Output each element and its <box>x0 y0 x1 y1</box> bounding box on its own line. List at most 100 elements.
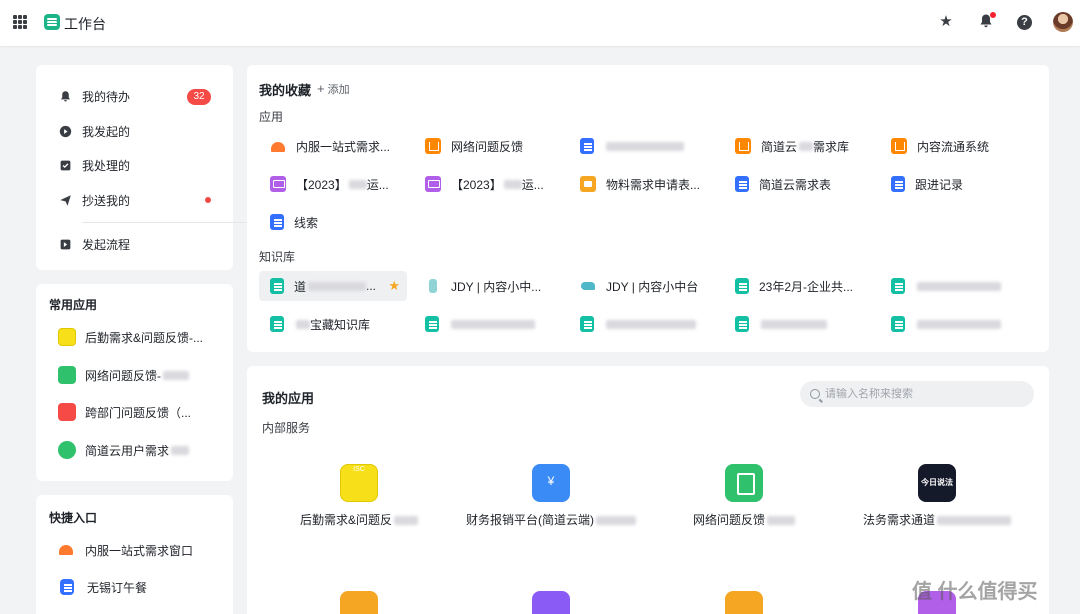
fav-app-item[interactable]: 内容流通系统 <box>880 131 1028 161</box>
kb-item[interactable]: 23年2月-企业共... <box>724 271 872 301</box>
nav-item-start-flow[interactable]: 发起流程 <box>58 233 130 255</box>
org-chart-icon <box>735 138 751 154</box>
fav-app-item[interactable]: 【2023】 运... <box>259 169 407 199</box>
redacted-text <box>296 319 310 329</box>
fav-app-label-suffix: 运... <box>521 177 544 192</box>
common-app-item[interactable]: 跨部门问题反馈（... <box>58 402 191 422</box>
nav-item-initiated[interactable]: 我发起的 <box>58 120 130 142</box>
redacted-text <box>917 281 1001 291</box>
avatar[interactable] <box>1053 12 1073 32</box>
search-input[interactable] <box>825 388 1025 400</box>
app-tile[interactable]: 法务需求通道 <box>847 464 1027 528</box>
shortcut-item[interactable]: 无锡订午餐 <box>58 577 147 597</box>
fav-app-item[interactable]: 网络问题反馈 <box>414 131 562 161</box>
bell-icon[interactable] <box>977 12 996 31</box>
kb-label: JDY | 内容小中... <box>451 279 542 294</box>
bell-icon <box>58 89 72 103</box>
redacted-text <box>606 141 684 151</box>
app-search-box[interactable] <box>800 381 1034 407</box>
help-icon[interactable]: ? <box>1017 15 1032 30</box>
search-icon <box>810 389 820 399</box>
gear-app-icon[interactable] <box>725 591 763 614</box>
add-favorite-button[interactable]: + 添加 <box>317 81 350 97</box>
org-chart-icon <box>425 138 441 154</box>
redacted-text <box>308 281 367 291</box>
sheet-icon <box>270 316 284 332</box>
group-title: 内部服务 <box>262 421 311 435</box>
fav-app-item[interactable]: 简道云 需求库 <box>724 131 872 161</box>
doc-icon <box>735 176 749 192</box>
my-apps-title: 我的应用 <box>262 391 315 406</box>
redacted-text <box>171 445 190 455</box>
common-app-label: 跨部门问题反馈（... <box>85 405 192 420</box>
dolphin-icon <box>580 278 596 294</box>
fav-app-item[interactable]: 跟进记录 <box>880 169 1028 199</box>
fav-app-label-suffix: 需求库 <box>813 139 850 154</box>
kb-subtitle: 知识库 <box>259 250 296 264</box>
common-app-item[interactable]: 后勤需求&问题反馈-... <box>58 327 203 347</box>
app-grid-icon[interactable] <box>13 15 27 29</box>
doc-icon <box>60 579 74 595</box>
app-tile[interactable]: 网络问题反馈 <box>654 464 834 528</box>
fav-app-item[interactable]: 物料需求申请表... <box>569 169 717 199</box>
common-app-item[interactable]: 简道云用户需求 <box>58 440 190 460</box>
fav-app-item[interactable] <box>569 131 717 161</box>
nav-item-handled[interactable]: 我处理的 <box>58 154 130 176</box>
kb-label: 23年2月-企业共... <box>759 279 854 294</box>
inbox-check-icon <box>58 158 72 172</box>
common-app-item[interactable]: 网络问题反馈- <box>58 365 189 385</box>
redacted-text <box>503 179 522 189</box>
redacted-text <box>163 370 189 380</box>
kb-item[interactable]: JDY | 内容小中台 <box>569 271 717 301</box>
fav-app-item[interactable]: 内服一站式需求... <box>259 131 407 161</box>
fav-app-label: 简道云 <box>761 139 798 154</box>
nav-item-label: 我的待办 <box>82 89 131 104</box>
app-tile[interactable]: 财务报销平台(简道云端) <box>461 464 641 528</box>
workspace-logo-icon <box>44 14 60 30</box>
notification-dot <box>990 12 996 18</box>
redacted-text <box>596 516 636 526</box>
app-tile[interactable]: 后勤需求&问题反 <box>269 464 449 528</box>
kb-item[interactable] <box>880 309 1028 339</box>
common-app-label: 后勤需求&问题反馈-... <box>85 330 204 345</box>
isc-app-icon <box>58 328 76 346</box>
kb-label: 道 <box>294 279 307 294</box>
redacted-text <box>917 319 1001 329</box>
bottle-icon <box>425 278 441 294</box>
fav-app-item[interactable]: 【2023】 运... <box>414 169 562 199</box>
redacted-text <box>606 319 696 329</box>
app-tile-label: 后勤需求&问题反 <box>299 513 392 527</box>
kb-item[interactable] <box>414 309 562 339</box>
kb-item[interactable] <box>569 309 717 339</box>
nav-item-todo[interactable]: 我的待办 <box>58 85 130 107</box>
monitor-icon <box>270 176 286 192</box>
shortcuts-card: 快捷入口 内服一站式需求窗口 无锡订午餐 <box>36 495 233 614</box>
fav-app-label-suffix: 运... <box>366 177 389 192</box>
fav-app-item[interactable]: 简道云需求表 <box>724 169 872 199</box>
flow-icon <box>58 237 72 251</box>
kb-item[interactable]: JDY | 内容小中... <box>414 271 562 301</box>
kb-item-selected[interactable]: 道 ... ★ <box>259 271 407 301</box>
network-app-icon <box>725 464 763 502</box>
fav-app-label: 跟进记录 <box>915 177 964 192</box>
printer-app-icon[interactable] <box>340 591 378 614</box>
star-icon[interactable]: ★ <box>388 278 400 294</box>
apps-subtitle: 应用 <box>259 110 284 124</box>
sheet-icon <box>580 316 594 332</box>
watermark: 值 什么值得买 <box>912 581 1038 603</box>
kb-item[interactable] <box>724 309 872 339</box>
nav-item-cc[interactable]: 抄送我的 <box>58 189 130 211</box>
common-apps-card: 常用应用 后勤需求&问题反馈-... 网络问题反馈- 跨部门问题反馈（... 简… <box>36 284 233 481</box>
org-chart-icon <box>891 138 907 154</box>
shortcut-item[interactable]: 内服一站式需求窗口 <box>58 540 193 560</box>
kb-item[interactable] <box>880 271 1028 301</box>
section-title: 常用应用 <box>49 298 98 312</box>
kb-label: 宝藏知识库 <box>310 317 371 332</box>
kb-item[interactable]: 宝藏知识库 <box>259 309 407 339</box>
building-app-icon[interactable] <box>532 591 570 614</box>
fav-app-item[interactable]: 线索 <box>259 207 407 237</box>
kb-label: JDY | 内容小中台 <box>606 279 699 294</box>
star-icon[interactable]: ★ <box>937 13 955 31</box>
doc-icon <box>270 214 284 230</box>
fav-app-label: 线索 <box>294 215 319 230</box>
